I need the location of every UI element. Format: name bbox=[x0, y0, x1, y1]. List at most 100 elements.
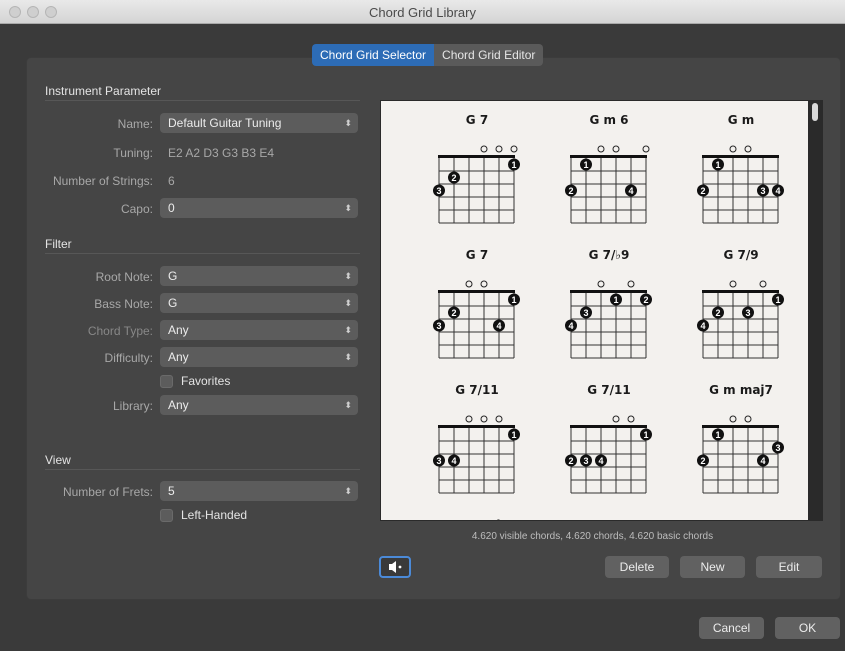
tab-bar: Chord Grid Selector Chord Grid Editor bbox=[312, 44, 544, 66]
frets-popup[interactable]: 5 ⬍ bbox=[160, 481, 358, 501]
capo-popup[interactable]: 0 ⬍ bbox=[160, 198, 358, 218]
up-down-chevron-icon: ⬍ bbox=[344, 325, 352, 335]
svg-text:2: 2 bbox=[451, 308, 456, 318]
chord-grid-item[interactable]: G 7/11 1 2 3 4 bbox=[549, 383, 669, 503]
finger-dot: 4 bbox=[565, 319, 577, 332]
svg-text:1: 1 bbox=[511, 160, 516, 170]
speaker-icon bbox=[389, 561, 402, 573]
favorites-label: Favorites bbox=[181, 374, 231, 388]
open-string-marker bbox=[627, 280, 635, 288]
chord-grid-item[interactable]: G 71234 bbox=[417, 248, 537, 368]
checkbox-box[interactable] bbox=[160, 508, 173, 522]
up-down-chevron-icon: ⬍ bbox=[344, 352, 352, 362]
chord-grid-item[interactable]: G sus4 bbox=[681, 518, 801, 521]
svg-text:2: 2 bbox=[700, 186, 705, 196]
left-handed-label: Left-Handed bbox=[181, 508, 248, 522]
name-value: Default Guitar Tuning bbox=[168, 116, 282, 130]
finger-dot: 4 bbox=[625, 184, 637, 197]
chord-grid-item[interactable]: G 7/♭9 1 2 3 4 bbox=[549, 248, 669, 368]
favorites-checkbox[interactable]: Favorites bbox=[160, 374, 230, 388]
finger-dot: 2 bbox=[565, 184, 577, 197]
open-string-marker bbox=[465, 415, 473, 423]
svg-text:3: 3 bbox=[436, 186, 441, 196]
up-down-chevron-icon: ⬍ bbox=[344, 298, 352, 308]
open-string-marker bbox=[744, 145, 752, 153]
scrollbar-thumb[interactable] bbox=[812, 103, 818, 121]
svg-text:4: 4 bbox=[496, 321, 501, 331]
chord-grid-item[interactable]: G m maj7 1 3 2 4 bbox=[681, 383, 801, 503]
speaker-button[interactable] bbox=[379, 556, 411, 578]
open-string-marker bbox=[729, 280, 737, 288]
library-popup[interactable]: Any ⬍ bbox=[160, 395, 358, 415]
chord-type-label: Chord Type: bbox=[87, 324, 153, 338]
svg-text:2: 2 bbox=[643, 295, 648, 305]
finger-dot: 4 bbox=[595, 454, 607, 467]
open-string-marker bbox=[729, 415, 737, 423]
open-string-marker bbox=[612, 415, 620, 423]
finger-dot: 1 bbox=[772, 293, 784, 306]
svg-text:2: 2 bbox=[451, 173, 456, 183]
open-string-marker bbox=[744, 415, 752, 423]
nut bbox=[438, 425, 515, 428]
difficulty-popup[interactable]: Any ⬍ bbox=[160, 347, 358, 367]
finger-dot: 1 bbox=[508, 158, 520, 171]
chord-diagram bbox=[417, 518, 537, 521]
up-down-chevron-icon: ⬍ bbox=[344, 118, 352, 128]
chord-diagram: 1234 bbox=[697, 145, 784, 224]
delete-button[interactable]: Delete bbox=[605, 556, 669, 578]
chord-grid-item[interactable]: G m maj7 bbox=[417, 518, 537, 521]
finger-dot: 4 bbox=[697, 319, 709, 332]
ok-button[interactable]: OK bbox=[775, 617, 840, 639]
svg-text:1: 1 bbox=[583, 160, 588, 170]
svg-text:2: 2 bbox=[715, 308, 720, 318]
chord-grid-view[interactable]: G 7123G m 6124G m1234G 71234G 7/♭9 1 2 3 4 G … bbox=[380, 100, 823, 521]
tuning-label: Tuning: bbox=[113, 146, 153, 160]
chord-grid-item[interactable]: G m 6124 bbox=[549, 113, 669, 233]
chord-grid-item[interactable]: G 7123 bbox=[417, 113, 537, 233]
section-divider bbox=[45, 469, 360, 470]
chord-diagram: 1234 bbox=[433, 280, 520, 359]
svg-text:3: 3 bbox=[436, 321, 441, 331]
capo-value: 0 bbox=[168, 201, 175, 215]
svg-text:4: 4 bbox=[700, 321, 705, 331]
strings-value: 6 bbox=[168, 174, 175, 188]
new-button[interactable]: New bbox=[680, 556, 745, 578]
finger-dot: 3 bbox=[580, 306, 592, 319]
name-label: Name: bbox=[117, 117, 153, 131]
chord-grid-item[interactable]: G m1234 bbox=[681, 113, 801, 233]
library-value: Any bbox=[168, 398, 189, 412]
chord-grid-item[interactable]: G 7/11 1 3 4 bbox=[417, 383, 537, 503]
chord-diagram: 1 3 2 4 bbox=[697, 415, 784, 494]
name-popup[interactable]: Default Guitar Tuning ⬍ bbox=[160, 113, 358, 133]
tab-chord-grid-editor[interactable]: Chord Grid Editor bbox=[434, 44, 544, 66]
left-handed-checkbox[interactable]: Left-Handed bbox=[160, 508, 247, 522]
difficulty-label: Difficulty: bbox=[104, 351, 153, 365]
svg-text:1: 1 bbox=[511, 430, 516, 440]
strings-label: Number of Strings: bbox=[52, 174, 153, 188]
chord-diagram: 1234 bbox=[697, 280, 784, 359]
chord-grid-item[interactable]: G m 6/9 bbox=[549, 518, 669, 520]
svg-text:4: 4 bbox=[775, 186, 780, 196]
finger-dot: 1 bbox=[640, 428, 652, 441]
chord-diagram bbox=[681, 518, 801, 521]
scrollbar-track[interactable] bbox=[808, 100, 823, 521]
svg-text:2: 2 bbox=[700, 456, 705, 466]
svg-text:2: 2 bbox=[568, 186, 573, 196]
finger-dot: 2 bbox=[697, 184, 709, 197]
chord-grid-item[interactable]: G 7/9 1 2 3 4 bbox=[681, 248, 801, 368]
chord-type-popup[interactable]: Any ⬍ bbox=[160, 320, 358, 340]
bass-note-popup[interactable]: G ⬍ bbox=[160, 293, 358, 313]
finger-dot: 4 bbox=[493, 319, 505, 332]
chord-type-value: Any bbox=[168, 323, 189, 337]
tuning-value: E2 A2 D3 G3 B3 E4 bbox=[168, 146, 275, 160]
root-note-popup[interactable]: G ⬍ bbox=[160, 266, 358, 286]
title-bar: Chord Grid Library bbox=[0, 0, 845, 24]
svg-text:1: 1 bbox=[643, 430, 648, 440]
open-string-marker bbox=[759, 280, 767, 288]
edit-button[interactable]: Edit bbox=[756, 556, 822, 578]
window-title: Chord Grid Library bbox=[369, 5, 476, 20]
cancel-button[interactable]: Cancel bbox=[699, 617, 764, 639]
tab-chord-grid-selector[interactable]: Chord Grid Selector bbox=[312, 44, 435, 66]
finger-dot: 2 bbox=[697, 454, 709, 467]
checkbox-box[interactable] bbox=[160, 374, 173, 388]
